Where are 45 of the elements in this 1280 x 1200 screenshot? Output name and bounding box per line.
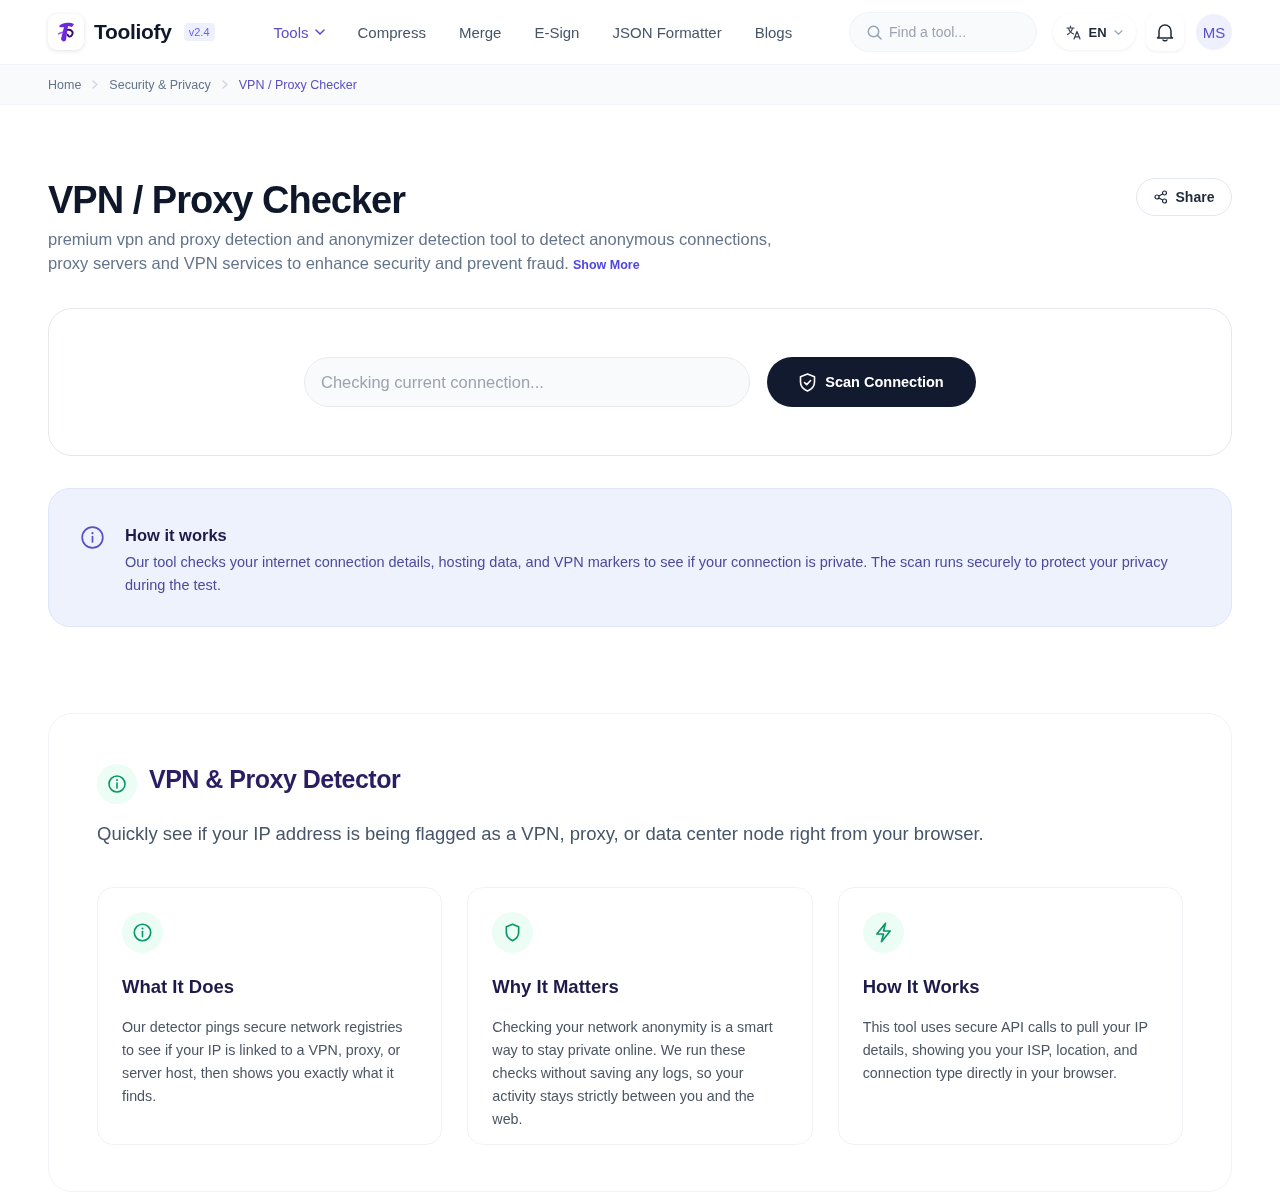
info-icon: [97, 764, 137, 804]
section-title: VPN & Proxy Detector: [149, 764, 401, 794]
chevron-down-icon: [1113, 29, 1123, 35]
nav-link[interactable]: Compress: [357, 23, 426, 41]
info-icon: [81, 526, 104, 549]
search-icon: [867, 25, 882, 40]
connection-input[interactable]: Checking current connection...: [304, 357, 750, 407]
nav-link[interactable]: E-Sign: [534, 23, 580, 41]
section-subtitle: Quickly see if your IP address is being flagged as a VPN, proxy, or data center node right from your browser.: [97, 822, 985, 846]
page-title: VPN / Proxy Checker: [48, 178, 405, 222]
nav-link[interactable]: JSON Formatter: [612, 23, 722, 41]
version-badge: v2.4: [183, 23, 215, 41]
logo-icon[interactable]: [48, 14, 84, 50]
search-field[interactable]: Find a tool...: [850, 13, 1036, 51]
share-button[interactable]: Share: [1136, 178, 1232, 216]
share-icon: [1153, 190, 1168, 204]
feature-title: How It Works: [862, 975, 981, 999]
show-more-link[interactable]: Show More: [572, 258, 640, 272]
brand-name: Tooliofy: [94, 20, 172, 44]
feature-text: Checking your network anonymity is a smart way to stay private online. We run these checks without saving any logs, so your activity stays strictly between you and the web.: [492, 1018, 774, 1129]
notice-text: Our tool checks your internet connection details, hosting data, and VPN markers to see if your connection is private. The scan runs securely to protect your privacy during the test.: [125, 553, 1169, 595]
nav-link[interactable]: Tools: [273, 23, 325, 41]
feature-title: What It Does: [122, 975, 236, 999]
chevron-right-icon: [92, 80, 99, 89]
feature-text: This tool uses secure API calls to pull your IP details, showing you your ISP, location, and connection type directly in your browser.: [862, 1018, 1149, 1083]
chevron-right-icon: [221, 80, 228, 89]
lightning-bolt-icon: [862, 912, 904, 953]
language-selector[interactable]: EN: [1053, 14, 1136, 50]
breadcrumb-link[interactable]: VPN / Proxy Checker: [238, 77, 357, 92]
breadcrumb-link[interactable]: Security & Privacy: [109, 77, 211, 92]
translate-icon: [1066, 24, 1082, 40]
notifications-button[interactable]: [1146, 13, 1184, 51]
info-icon: [122, 912, 163, 953]
shield-icon: [492, 912, 534, 953]
breadcrumb-link[interactable]: Home: [48, 77, 82, 92]
notice-title: How it works: [125, 525, 228, 546]
scan-connection-button[interactable]: Scan Connection: [767, 357, 976, 407]
nav-link[interactable]: Blogs: [754, 23, 793, 41]
bell-icon: [1156, 22, 1174, 42]
user-avatar[interactable]: MS: [1196, 14, 1232, 50]
feature-title: Why It Matters: [492, 975, 620, 999]
page-description: premium vpn and proxy detection and anonymizer detection tool to detect anonymous connections, proxy servers and VPN services to enhance security and prevent fraud. Show More: [48, 229, 773, 274]
nav-link[interactable]: Merge: [458, 23, 502, 41]
shield-check-icon: [799, 372, 817, 392]
feature-text: Our detector pings secure network registries to see if your IP is linked to a VPN, proxy, or server host, then shows you exactly what it finds.: [122, 1018, 404, 1106]
